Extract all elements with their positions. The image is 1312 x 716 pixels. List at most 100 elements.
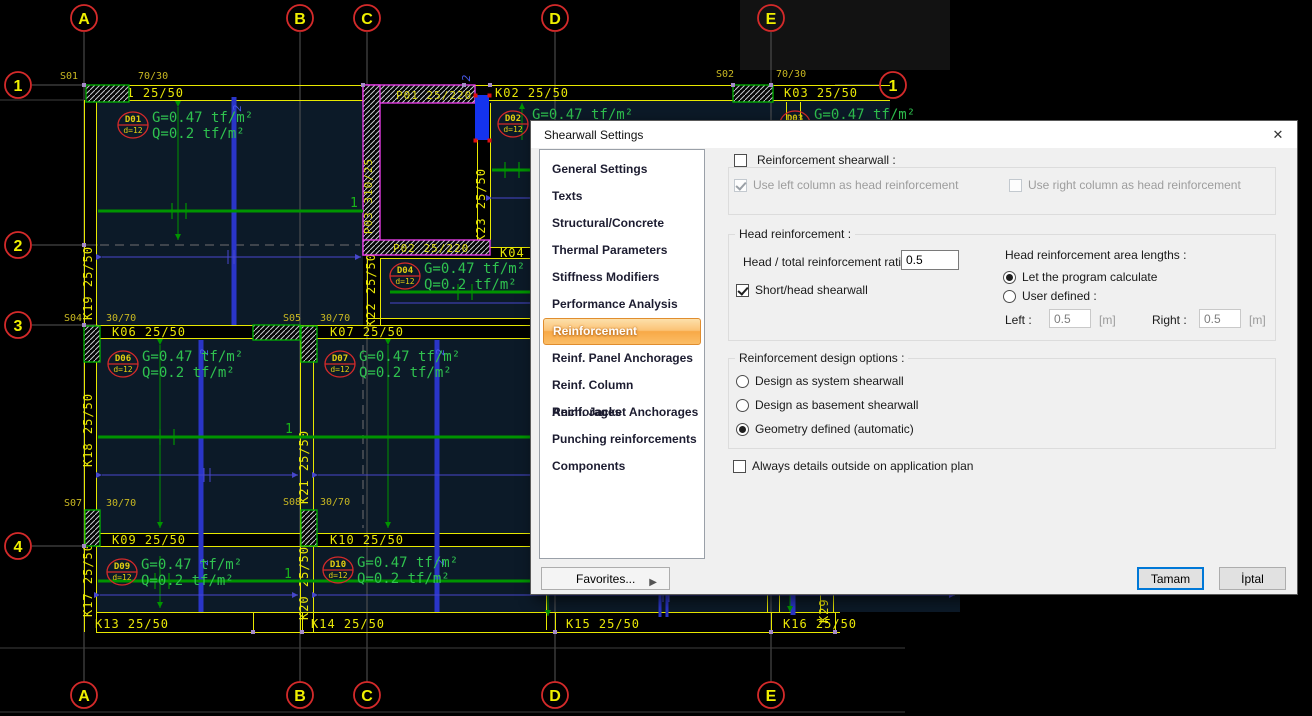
svg-text:D09: D09: [114, 562, 130, 572]
radio-geometry-defined-automatic[interactable]: Geometry defined (automatic): [736, 422, 914, 436]
svg-text:K13 25/50: K13 25/50: [95, 617, 169, 631]
sidebar-item-components[interactable]: Components: [540, 453, 704, 480]
checkbox-icon: [736, 284, 749, 297]
grid-bubble-4-left: 4: [5, 533, 31, 559]
grid-bubble-C-bottom: C: [354, 682, 380, 708]
svg-text:K18 25/50: K18 25/50: [81, 393, 95, 467]
sidebar-item-stiffness-modifiers[interactable]: Stiffness Modifiers: [540, 264, 704, 291]
radio-icon: [736, 423, 749, 436]
svg-text:d=12: d=12: [395, 277, 414, 286]
svg-text:P02 25/220: P02 25/220: [393, 242, 469, 255]
svg-text:K10 25/50: K10 25/50: [330, 533, 404, 547]
always-details-outside-checkbox[interactable]: Always details outside on application pl…: [733, 459, 973, 473]
svg-text:K02 25/50: K02 25/50: [495, 86, 569, 100]
svg-text:K22 25/50: K22 25/50: [364, 253, 378, 327]
svg-text:G=0.47 tf/m²: G=0.47 tf/m²: [359, 349, 460, 365]
grid-bubble-E-bottom: E: [758, 682, 784, 708]
svg-text:d=12: d=12: [113, 365, 132, 374]
grid-bubble-3-left: 3: [5, 312, 31, 338]
svg-text:Q=0.2 tf/m²: Q=0.2 tf/m²: [424, 277, 517, 293]
svg-text:C: C: [361, 688, 373, 705]
left-length-input[interactable]: [1049, 309, 1091, 328]
sidebar-item-punching-reinforcements[interactable]: Punching reinforcements: [540, 426, 704, 453]
radio-icon: [736, 375, 749, 388]
svg-text:B: B: [294, 11, 306, 28]
close-icon[interactable]: ✕: [1265, 124, 1291, 145]
svg-text:1: 1: [284, 567, 292, 582]
grid-bubble-D-bottom: D: [542, 682, 568, 708]
svg-text:G=0.47 tf/m²: G=0.47 tf/m²: [424, 261, 525, 277]
svg-text:d=12: d=12: [330, 365, 349, 374]
stair-shaft-shearwalls: P01 25/220 P02 25/220 P03 310/25 2: [362, 74, 492, 255]
grid-bubble-A-top: A: [71, 5, 97, 31]
svg-text:30/70: 30/70: [106, 313, 136, 324]
shearwall-settings-dialog: Shearwall Settings ✕ General Settings Te…: [530, 120, 1298, 595]
radio-let-program-calculate[interactable]: Let the program calculate: [1003, 270, 1157, 284]
right-length-input[interactable]: [1199, 309, 1241, 328]
svg-text:D01: D01: [125, 115, 141, 125]
svg-text:2: 2: [14, 238, 23, 255]
checkbox-icon: [1009, 179, 1022, 192]
right-unit-label: [m]: [1245, 313, 1270, 327]
svg-text:30/70: 30/70: [320, 313, 350, 324]
sidebar-item-reinf-column-anchorages[interactable]: Reinf. Column Anchorages: [540, 372, 704, 399]
svg-text:d=12: d=12: [328, 571, 347, 580]
slab-load-d10: D10 d=12 G=0.47 tf/m² Q=0.2 tf/m²: [323, 555, 458, 587]
settings-category-list: General Settings Texts Structural/Concre…: [539, 149, 705, 559]
radio-icon: [1003, 271, 1016, 284]
sidebar-item-thermal-parameters[interactable]: Thermal Parameters: [540, 237, 704, 264]
reinforcement-shearwall-checkbox[interactable]: Reinforcement shearwall :: [734, 153, 900, 167]
shearwall-segment: [475, 95, 489, 140]
svg-text:S04: S04: [64, 313, 82, 324]
sidebar-item-structural-concrete[interactable]: Structural/Concrete: [540, 210, 704, 237]
svg-text:K19 25/50: K19 25/50: [81, 246, 95, 320]
svg-text:30/70: 30/70: [320, 497, 350, 508]
sidebar-item-reinforcement-selected[interactable]: Reinforcement: [543, 318, 701, 345]
left-label: Left :: [1001, 313, 1036, 327]
group-caption: Head reinforcement :: [735, 227, 855, 241]
svg-text:2: 2: [460, 74, 473, 81]
use-right-column-checkbox[interactable]: Use right column as head reinforcement: [1009, 178, 1241, 192]
ok-button[interactable]: Tamam: [1137, 567, 1204, 590]
svg-text:A: A: [78, 688, 90, 705]
checkbox-icon: [734, 179, 747, 192]
svg-text:d=12: d=12: [112, 573, 131, 582]
svg-text:D06: D06: [115, 354, 131, 364]
ratio-input[interactable]: [901, 250, 959, 270]
svg-text:P03 310/25: P03 310/25: [362, 158, 375, 234]
svg-text:D10: D10: [330, 560, 346, 570]
svg-text:P01 25/220: P01 25/220: [396, 89, 472, 102]
sidebar-item-general-settings[interactable]: General Settings: [540, 156, 704, 183]
svg-text:K20 25/50: K20 25/50: [297, 546, 311, 620]
sidebar-item-performance-analysis[interactable]: Performance Analysis: [540, 291, 704, 318]
svg-text:K23 25/50: K23 25/50: [474, 168, 488, 242]
svg-text:S01: S01: [60, 71, 78, 82]
slab-load-d04: D04 d=12 G=0.47 tf/m² Q=0.2 tf/m²: [390, 261, 525, 293]
right-label: Right :: [1148, 313, 1191, 327]
cancel-button[interactable]: İptal: [1219, 567, 1286, 590]
radio-design-as-basement-shearwall[interactable]: Design as basement shearwall: [736, 398, 918, 412]
svg-text:30/70: 30/70: [106, 498, 136, 509]
dialog-title: Shearwall Settings: [544, 128, 643, 142]
radio-user-defined[interactable]: User defined :: [1003, 289, 1097, 303]
short-head-shearwall-checkbox[interactable]: Short/head shearwall: [736, 283, 868, 297]
svg-text:E: E: [766, 11, 777, 28]
svg-text:1: 1: [889, 78, 898, 95]
group-caption: Reinforcement design options :: [735, 351, 908, 365]
use-left-column-checkbox[interactable]: Use left column as head reinforcement: [734, 178, 958, 192]
svg-text:D07: D07: [332, 354, 348, 364]
sidebar-item-texts[interactable]: Texts: [540, 183, 704, 210]
dialog-titlebar[interactable]: Shearwall Settings ✕: [531, 121, 1297, 148]
radio-icon: [1003, 290, 1016, 303]
svg-text:70/30: 70/30: [138, 71, 168, 82]
svg-text:S07: S07: [64, 498, 82, 509]
grid-bubble-A-bottom: A: [71, 682, 97, 708]
flyout-arrow-icon: ▶: [649, 572, 657, 593]
svg-text:3: 3: [14, 318, 23, 335]
svg-text:d=12: d=12: [123, 126, 142, 135]
svg-text:1: 1: [285, 422, 293, 437]
radio-design-as-system-shearwall[interactable]: Design as system shearwall: [736, 374, 904, 388]
favorites-button[interactable]: Favorites... ▶: [541, 567, 670, 590]
sidebar-item-reinf-panel-anchorages[interactable]: Reinf. Panel Anchorages: [540, 345, 704, 372]
sidebar-item-reinf-jacket-anchorages[interactable]: Reinf. Jacket Anchorages: [540, 399, 704, 426]
